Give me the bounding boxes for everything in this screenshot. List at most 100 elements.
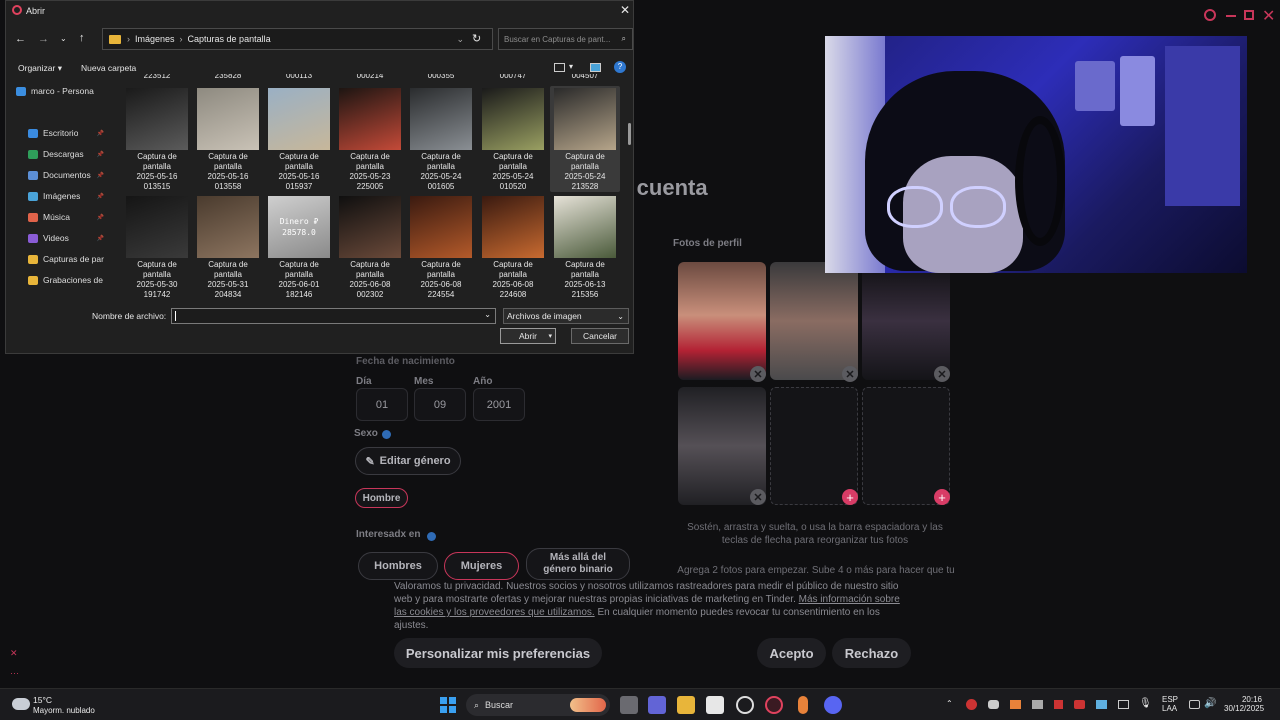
info-icon[interactable] <box>382 430 391 439</box>
refresh-icon[interactable]: ↻ <box>472 32 481 45</box>
minimize-icon[interactable] <box>1226 15 1236 17</box>
profile-photo-3[interactable] <box>862 262 950 380</box>
file-item[interactable]: Captura de pantalla 2025-05-23 225005 <box>335 86 405 192</box>
tray-icon[interactable] <box>1010 700 1021 709</box>
add-photo-icon[interactable]: + <box>934 489 950 505</box>
close-icon[interactable]: ✕ <box>620 3 630 17</box>
filetype-select[interactable]: Archivos de imagen ⌄ <box>503 308 629 324</box>
chevron-down-icon[interactable]: ⌄ <box>60 34 67 43</box>
nav-item[interactable]: Descargas 📌 <box>28 144 104 164</box>
help-icon[interactable]: ? <box>614 61 626 73</box>
weather-temp[interactable]: 15°C <box>33 695 52 705</box>
reject-button[interactable]: Rechazo <box>832 638 911 668</box>
file-item[interactable]: Captura de pantalla 2025-06-08 224608 <box>478 194 548 299</box>
chevron-down-icon[interactable]: ⌄ <box>484 310 491 319</box>
info-icon[interactable] <box>427 532 436 541</box>
search-icon[interactable] <box>1204 9 1216 21</box>
search-input[interactable]: Buscar en Capturas de pant... ⌕ <box>498 28 633 50</box>
store-icon[interactable] <box>706 696 724 714</box>
file-item[interactable]: Captura de pantalla 2025-05-24 001605 <box>406 86 476 192</box>
file-item[interactable]: Captura de pantalla 2025-06-08 224554 <box>406 194 476 299</box>
taskbar-search[interactable]: ⌕ Buscar <box>466 694 610 716</box>
profile-photo-slot[interactable] <box>770 387 858 505</box>
chevron-down-icon[interactable]: ⌄ <box>456 34 464 45</box>
clock[interactable]: 20:16 30/12/2025 <box>1224 695 1264 713</box>
customize-preferences-button[interactable]: Personalizar mis preferencias <box>394 638 602 668</box>
nav-item[interactable]: Videos 📌 <box>28 228 104 248</box>
network-icon[interactable] <box>1189 700 1200 709</box>
view-icon[interactable] <box>554 63 565 72</box>
microphone-icon[interactable] <box>798 696 808 714</box>
opera-icon[interactable] <box>765 696 783 714</box>
chevron-up-icon[interactable]: ⌃ <box>946 699 953 708</box>
discord-icon[interactable] <box>824 696 842 714</box>
address-bar[interactable]: › Imágenes › Capturas de pantalla ⌄ <box>102 28 493 50</box>
maximize-icon[interactable] <box>1244 10 1254 20</box>
profile-photo-1[interactable] <box>678 262 766 380</box>
interest-nonbinary-button[interactable]: Más allá del género binario <box>526 548 630 580</box>
add-photo-icon[interactable]: + <box>842 489 858 505</box>
weather-desc[interactable]: Mayorm. nublado <box>33 706 95 715</box>
file-item[interactable]: Dinero ₽ 28578.0 Captura de pantalla 2025-… <box>264 194 334 299</box>
breadcrumb-item[interactable]: Capturas de pantalla <box>188 34 271 44</box>
month-input[interactable]: 09 <box>414 388 466 421</box>
nav-item[interactable]: marco - Persona <box>16 81 104 101</box>
filename-input[interactable]: ⌄ <box>171 308 496 324</box>
day-input[interactable]: 01 <box>356 388 408 421</box>
tray-icon[interactable] <box>1074 700 1085 709</box>
tray-icon[interactable] <box>1054 700 1063 709</box>
forward-icon[interactable]: → <box>38 33 49 45</box>
profile-photo-4[interactable] <box>678 387 766 505</box>
file-item[interactable]: Captura de pantalla 2025-05-24 010520 <box>478 86 548 192</box>
breadcrumb-item[interactable]: Imágenes <box>135 34 175 44</box>
nav-item[interactable]: Escritorio 📌 <box>28 123 104 143</box>
tray-icon[interactable] <box>1032 700 1043 709</box>
file-item[interactable]: Captura de pantalla 2025-05-16 013515 <box>122 86 192 192</box>
remove-photo-icon[interactable]: ✕ <box>842 366 858 382</box>
scrollbar-thumb[interactable] <box>628 123 631 145</box>
nav-item[interactable]: Grabaciones de <box>28 270 104 290</box>
weather-icon[interactable] <box>12 698 30 710</box>
year-input[interactable]: 2001 <box>473 388 525 421</box>
gender-value[interactable]: Hombre <box>355 488 408 508</box>
new-folder-button[interactable]: Nueva carpeta <box>81 63 136 73</box>
language-indicator[interactable]: ESP LAA <box>1162 695 1178 713</box>
edit-gender-button[interactable]: ✎ Editar género <box>355 447 461 475</box>
file-explorer-icon[interactable] <box>677 696 695 714</box>
remove-photo-icon[interactable]: ✕ <box>934 366 950 382</box>
up-icon[interactable]: ↑ <box>79 32 85 44</box>
github-icon[interactable] <box>736 696 754 714</box>
file-item[interactable]: Captura de pantalla 2025-05-30 191742 <box>122 194 192 299</box>
start-icon[interactable] <box>440 697 456 713</box>
chevron-down-icon[interactable]: ▾ <box>569 62 573 71</box>
profile-photo-slot[interactable] <box>862 387 950 505</box>
teams-icon[interactable] <box>648 696 666 714</box>
tray-icon[interactable] <box>966 699 977 710</box>
file-item[interactable]: Captura de pantalla 2025-05-31 204834 <box>193 194 263 299</box>
chevron-down-icon[interactable]: ▾ <box>548 332 552 340</box>
back-icon[interactable]: ← <box>15 33 26 45</box>
organize-menu[interactable]: Organizar ▾ <box>18 63 62 74</box>
interest-men-button[interactable]: Hombres <box>358 552 438 580</box>
nav-item[interactable]: Capturas de par <box>28 249 104 269</box>
volume-icon[interactable]: 🔊 <box>1204 698 1216 709</box>
sidebar-icon[interactable]: ✕ <box>10 648 18 659</box>
tray-icon[interactable] <box>1096 700 1107 709</box>
interest-women-button[interactable]: Mujeres <box>444 552 519 580</box>
file-item[interactable]: Captura de pantalla 2025-05-24 213528 <box>550 86 620 192</box>
tray-icon[interactable] <box>988 700 999 709</box>
nav-item[interactable]: Documentos 📌 <box>28 165 104 185</box>
remove-photo-icon[interactable]: ✕ <box>750 366 766 382</box>
file-item[interactable]: Captura de pantalla 2025-05-16 015937 <box>264 86 334 192</box>
cancel-button[interactable]: Cancelar <box>571 328 629 344</box>
more-icon[interactable]: ··· <box>10 668 19 678</box>
nav-item[interactable]: Imágenes 📌 <box>28 186 104 206</box>
file-item[interactable]: Captura de pantalla 2025-05-16 013558 <box>193 86 263 192</box>
preview-pane-icon[interactable] <box>590 63 601 72</box>
file-item[interactable]: Captura de pantalla 2025-06-13 215356 <box>550 194 620 299</box>
accept-button[interactable]: Acepto <box>757 638 826 668</box>
open-button[interactable]: Abrir ▾ <box>500 328 556 344</box>
remove-photo-icon[interactable]: ✕ <box>750 489 766 505</box>
task-view-icon[interactable] <box>620 696 638 714</box>
tray-icon[interactable] <box>1118 700 1129 709</box>
